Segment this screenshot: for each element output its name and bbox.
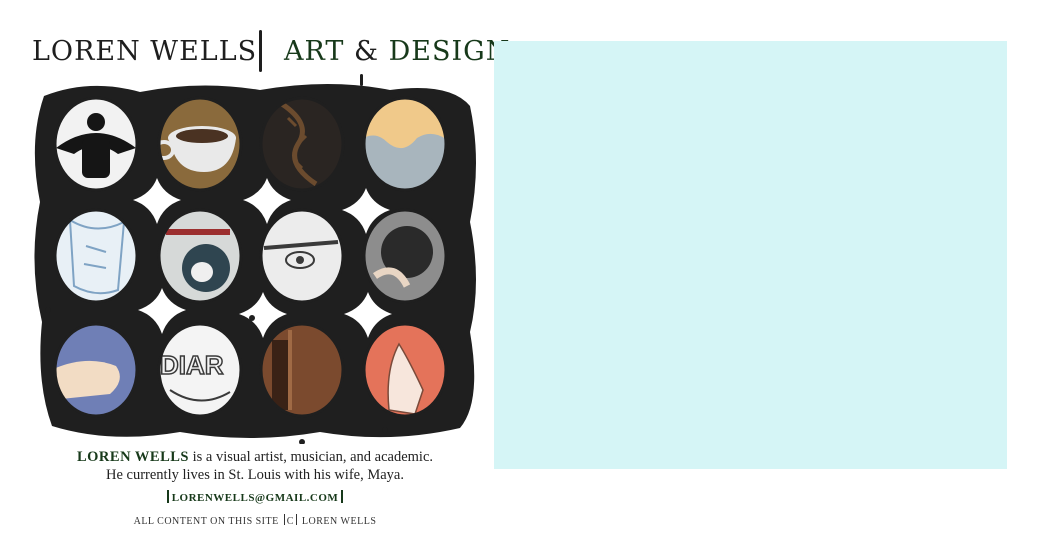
contact-line: LORENWELLS@GMAIL.COM	[30, 490, 480, 504]
site-footer: LOREN WELLS is a visual artist, musician…	[30, 448, 480, 527]
email-link[interactable]: LORENWELLS@GMAIL.COM	[172, 492, 339, 504]
contact-bar-left	[166, 490, 169, 503]
copyright-mark: C	[286, 516, 294, 527]
tagline-ampersand: &	[353, 36, 380, 67]
bio-name: LOREN WELLS	[76, 449, 189, 465]
bio-text: LOREN WELLS is a visual artist, musician…	[30, 448, 480, 484]
svg-text:DIAR: DIAR	[160, 350, 224, 380]
tagline-design: DESIGN	[388, 36, 511, 67]
copyright-bar	[283, 514, 285, 525]
site-title[interactable]: LOREN WELLS	[32, 36, 257, 67]
site-header: LOREN WELLS ART & DESIGN	[32, 30, 509, 98]
image-preview-pane	[494, 41, 1007, 469]
ink-splatter-decoration	[382, 427, 388, 433]
tagline-art: ART	[284, 36, 345, 67]
bio-line1: is a visual artist, musician, and academ…	[189, 449, 434, 465]
ink-splatter-decoration	[299, 439, 305, 444]
site-tagline: ART & DESIGN	[284, 36, 510, 67]
copyright-owner: LOREN WELLS	[301, 516, 377, 527]
copyright-notice: ALL CONTENT ON THIS SITE C LOREN WELLS	[30, 514, 480, 527]
copyright-bar	[295, 514, 297, 525]
ink-splatter-decoration	[45, 307, 51, 313]
thumbnail-gallery: DIAR	[30, 82, 480, 444]
gallery-frame: DIAR	[34, 84, 476, 444]
contact-bar-right	[341, 490, 344, 503]
copyright-prefix: ALL CONTENT ON THIS SITE	[133, 516, 279, 527]
header-divider	[259, 30, 262, 72]
bio-line2: He currently lives in St. Louis with his…	[105, 467, 404, 483]
door-icon	[272, 330, 292, 410]
ink-splatter-decoration	[249, 315, 255, 321]
